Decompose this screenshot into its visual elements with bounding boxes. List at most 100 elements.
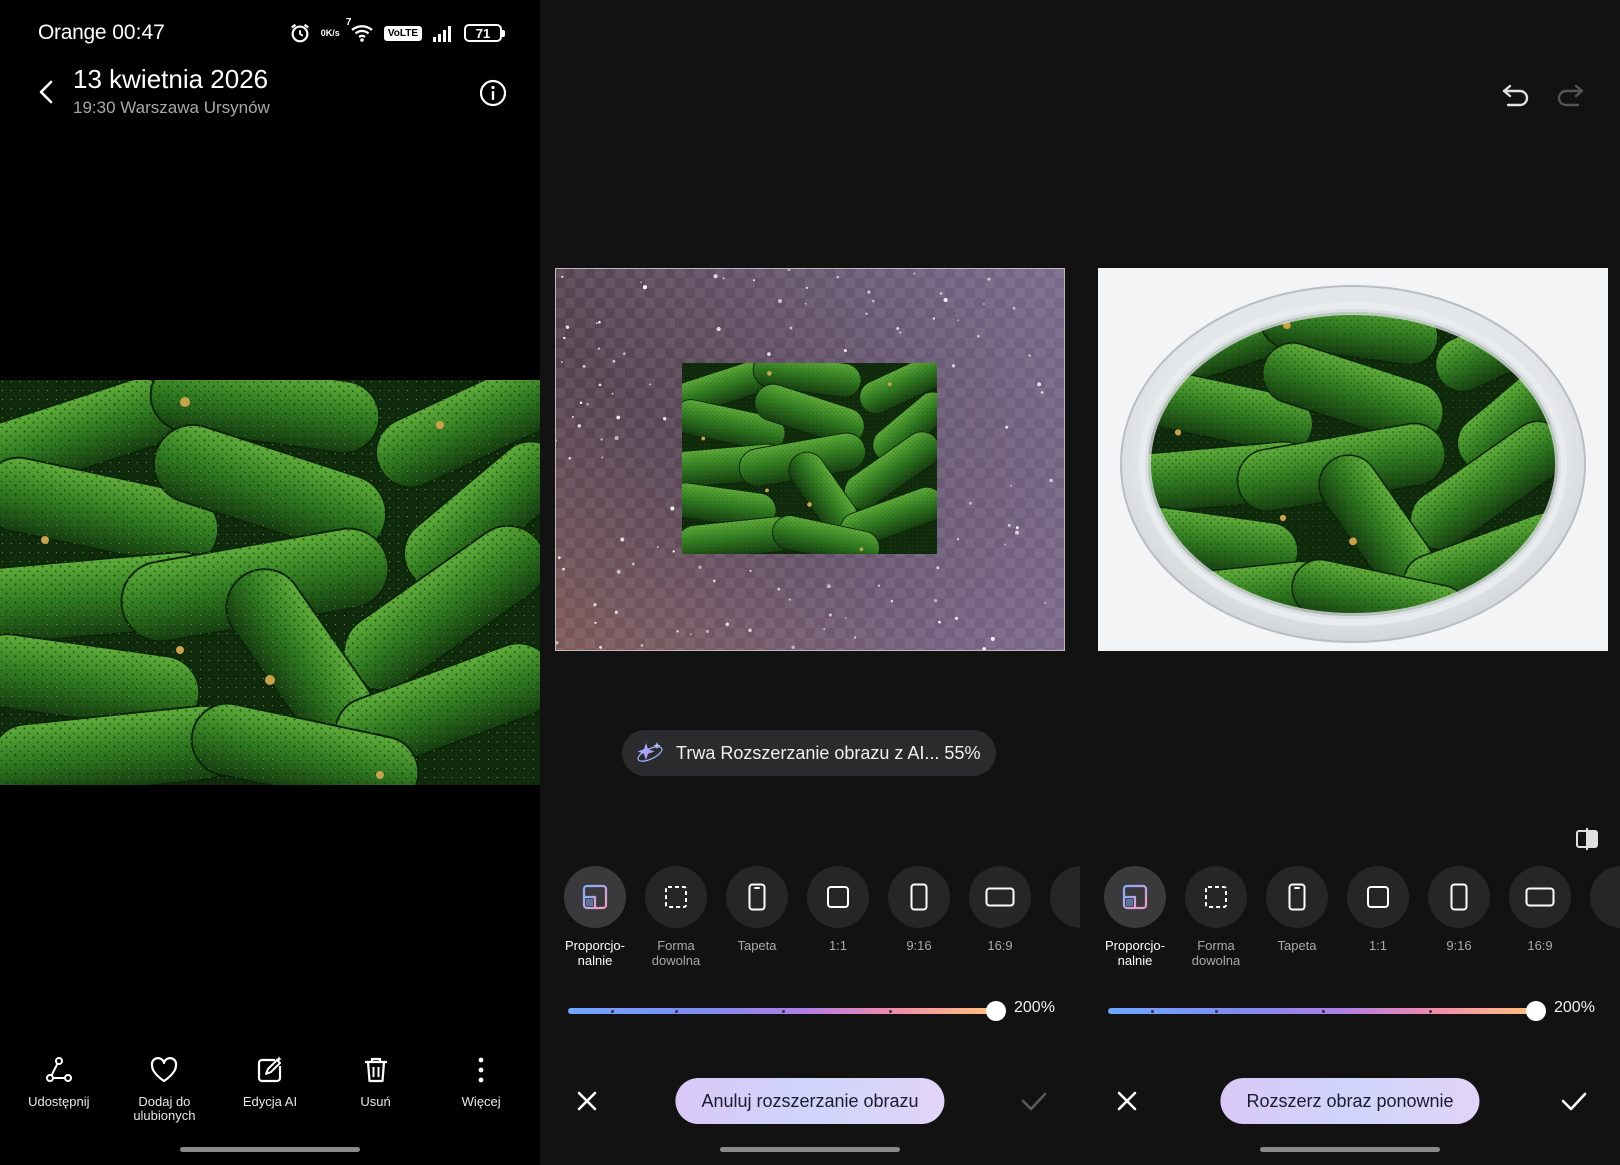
home-indicator[interactable] <box>1260 1147 1440 1152</box>
action-label: Usuń <box>360 1094 391 1109</box>
square-icon <box>1347 866 1409 928</box>
tool-square[interactable]: 1:1 <box>797 866 879 953</box>
compare-icon <box>1576 828 1598 850</box>
expand-scale-slider[interactable] <box>568 1001 1006 1021</box>
checkmark-icon <box>1561 1092 1587 1111</box>
tool-label: 9:16 <box>906 938 932 953</box>
ai-sparkle-icon <box>637 742 663 762</box>
alarm-icon <box>289 22 311 44</box>
slider-tick <box>1215 1010 1218 1013</box>
tool-label: 16:9 <box>1527 938 1553 953</box>
share-icon <box>44 1055 74 1090</box>
tool-peek-icon <box>1590 866 1620 928</box>
heart-icon <box>149 1055 179 1090</box>
editor-bottom-row: Anuluj rozszerzanie obrazu <box>540 1078 1080 1124</box>
tool-wallpaper[interactable]: Tapeta <box>716 866 798 953</box>
close-button[interactable] <box>572 1086 602 1116</box>
tool-proportional[interactable]: Proporcjo- nalnie <box>1094 866 1176 968</box>
tool-label: 1:1 <box>828 938 848 953</box>
photo-cucumbers[interactable] <box>0 380 540 785</box>
proportional-icon <box>1104 866 1166 928</box>
aspect-tool-row: Proporcjo- nalnie Forma dowolna Tapeta 1:1 9… <box>540 866 1080 976</box>
volte-badge: VoLTE <box>383 25 422 41</box>
tool-label: 1:1 <box>1368 938 1388 953</box>
redo-button[interactable] <box>1554 78 1586 108</box>
slider-value: 200% <box>1554 999 1595 1016</box>
tool-label: Forma dowolna <box>1191 938 1241 968</box>
tool-label: Proporcjo- nalnie <box>565 938 625 968</box>
landscape-icon <box>969 866 1031 928</box>
expand-scale-slider[interactable] <box>1108 1001 1546 1021</box>
close-button[interactable] <box>1112 1086 1142 1116</box>
tool-proportional[interactable]: Proporcjo- nalnie <box>554 866 636 968</box>
slider-tick <box>1150 1010 1154 1013</box>
expanded-result-image[interactable] <box>1098 268 1608 651</box>
tool-label: Tapeta <box>1277 938 1317 953</box>
tool-more-peek[interactable] <box>1580 866 1620 928</box>
photo-viewer-screen: Orange 00:47 0 K/s 7 VoLTE 71 13 kwietnia… <box>0 0 540 1165</box>
tool-freeform[interactable]: Forma dowolna <box>1175 866 1257 968</box>
slider-tick <box>1322 1010 1325 1013</box>
cancel-expand-button[interactable]: Anuluj rozszerzanie obrazu <box>675 1078 945 1124</box>
confirm-button-disabled[interactable] <box>1018 1086 1050 1116</box>
trash-action-button[interactable]: Usuń <box>326 1055 426 1135</box>
more-vertical-action-button[interactable]: Więcej <box>431 1055 531 1135</box>
ai-edit-action-button[interactable]: Edycja AI <box>220 1055 320 1135</box>
back-button[interactable] <box>30 75 64 109</box>
ai-expand-result-screen: Proporcjo- nalnie Forma dowolna Tapeta 1:1 9… <box>1080 0 1620 1165</box>
action-label: Więcej <box>461 1094 501 1109</box>
proportional-icon <box>564 866 626 928</box>
aspect-tool-row: Proporcjo- nalnie Forma dowolna Tapeta 1:1 9… <box>1080 866 1620 976</box>
slider-tick <box>889 1010 892 1013</box>
home-indicator[interactable] <box>720 1147 900 1152</box>
confirm-button[interactable] <box>1558 1086 1590 1116</box>
home-indicator[interactable] <box>180 1147 360 1152</box>
carrier-name: Orange <box>38 21 107 44</box>
slider-thumb[interactable] <box>1526 1001 1546 1021</box>
landscape-icon <box>1509 866 1571 928</box>
slider-tick <box>610 1010 614 1013</box>
info-icon <box>479 79 507 107</box>
tool-portrait[interactable]: 9:16 <box>1418 866 1500 953</box>
photo-date-title: 13 kwietnia 2026 <box>73 64 269 94</box>
portrait-icon <box>1428 866 1490 928</box>
tool-label: 16:9 <box>987 938 1013 953</box>
heart-action-button[interactable]: Dodaj do ulubionych <box>114 1055 214 1135</box>
info-button[interactable] <box>478 78 508 108</box>
expanding-canvas[interactable] <box>555 268 1065 651</box>
ai-expand-progress-screen: Trwa Rozszerzanie obrazu z AI... 55% Pro… <box>540 0 1080 1165</box>
tool-more-peek[interactable] <box>1040 866 1080 928</box>
tool-landscape[interactable]: 16:9 <box>959 866 1041 953</box>
slider-tick <box>782 1010 785 1013</box>
close-icon <box>1117 1091 1137 1111</box>
tool-landscape[interactable]: 16:9 <box>1499 866 1581 953</box>
tool-label: 9:16 <box>1446 938 1472 953</box>
ai-edit-icon <box>255 1055 285 1090</box>
tool-wallpaper[interactable]: Tapeta <box>1256 866 1338 953</box>
tool-label: Tapeta <box>737 938 777 953</box>
square-icon <box>807 866 869 928</box>
expand-again-button[interactable]: Rozszerz obraz ponownie <box>1220 1078 1480 1124</box>
tool-label: Proporcjo- nalnie <box>1105 938 1165 968</box>
freeform-icon <box>1185 866 1247 928</box>
wifi-icon: 7 <box>346 17 374 43</box>
tool-freeform[interactable]: Forma dowolna <box>635 866 717 968</box>
more-vertical-icon <box>466 1055 496 1090</box>
slider-thumb[interactable] <box>986 1001 1006 1021</box>
slider-tick <box>675 1010 678 1013</box>
compare-split-button[interactable] <box>1574 826 1600 852</box>
editor-bottom-row: Rozszerz obraz ponownie <box>1080 1078 1620 1124</box>
checkmark-icon <box>1021 1092 1047 1111</box>
tool-square[interactable]: 1:1 <box>1337 866 1419 953</box>
tool-label: Forma dowolna <box>651 938 701 968</box>
battery-indicator: 71 <box>464 24 505 42</box>
tool-portrait[interactable]: 9:16 <box>878 866 960 953</box>
action-label: Udostępnij <box>28 1094 90 1109</box>
status-bar: Orange 00:47 0 K/s 7 VoLTE 71 <box>38 17 505 48</box>
share-action-button[interactable]: Udostępnij <box>9 1055 109 1135</box>
close-icon <box>577 1091 597 1111</box>
signal-icon <box>432 24 454 42</box>
network-speed: 0 K/s <box>321 27 340 38</box>
undo-button[interactable] <box>1500 78 1532 108</box>
network-speed-unit: K/s <box>325 27 340 38</box>
